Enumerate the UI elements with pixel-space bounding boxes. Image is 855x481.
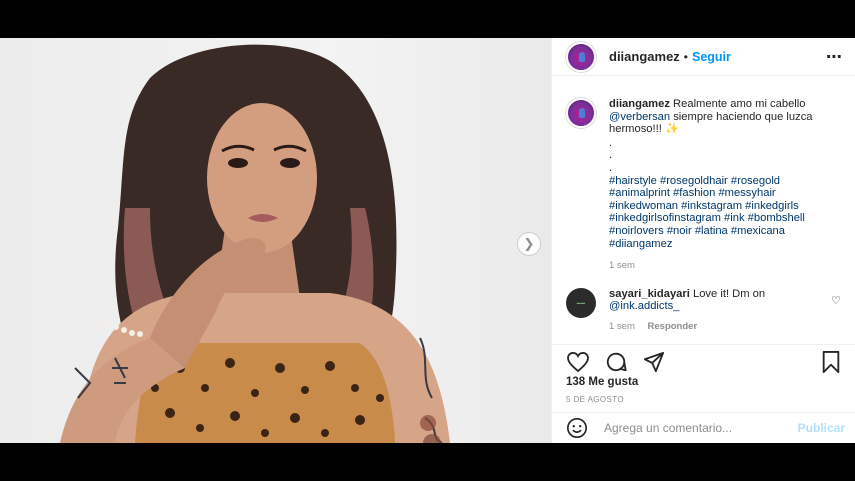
chevron-right-icon: ❯ <box>523 236 535 251</box>
comment-text-2: Dm on <box>729 287 766 300</box>
caption-comment: diiangamez Realmente amo mi cabello @ver… <box>566 98 841 273</box>
add-comment-bar: Agrega un comentario... Publicar <box>552 412 855 443</box>
caption-dot-3: . <box>609 161 613 174</box>
caption-mention[interactable]: @verbersan <box>609 111 670 123</box>
header-separator: • <box>683 49 688 64</box>
caption-dot-2: . <box>609 149 613 162</box>
more-options-icon[interactable]: ⋯ <box>826 47 843 67</box>
next-photo-button[interactable]: ❯ <box>517 232 541 256</box>
portrait-illustration <box>60 44 450 443</box>
caption-time[interactable]: 1 sem <box>609 260 635 271</box>
bookmark-icon[interactable] <box>819 350 843 374</box>
action-bar <box>552 344 855 379</box>
post-modal: ❯ diiangamez • Seguir ⋯ diiangamez Realm… <box>0 38 855 443</box>
caption-text-before: Realmente amo mi cabello <box>669 98 806 110</box>
comment-time[interactable]: 1 sem <box>609 321 635 332</box>
post-comment-button[interactable]: Publicar <box>798 421 845 435</box>
post-date[interactable]: 5 DE AGOSTO <box>566 395 624 404</box>
avatar-logo-icon: ▬▬ <box>576 300 586 306</box>
caption-dot-1: . <box>609 136 613 149</box>
comment-item: ▬▬ sayari_kidayari Love it! Dm on @ink.a… <box>566 287 841 334</box>
caption-username[interactable]: diiangamez <box>609 98 670 110</box>
comments-list[interactable]: diiangamez Realmente amo mi cabello @ver… <box>552 76 855 344</box>
heart-icon[interactable] <box>566 350 590 374</box>
comment-mention[interactable]: @ink.addicts_ <box>609 300 679 312</box>
reply-button[interactable]: Responder <box>648 321 698 332</box>
comment-text: Love it! <box>689 287 730 300</box>
comment-input[interactable]: Agrega un comentario... <box>604 421 798 435</box>
author-username[interactable]: diiangamez <box>609 49 680 64</box>
like-comment-heart-icon[interactable]: ♡ <box>831 294 841 307</box>
comment-icon[interactable] <box>604 350 628 374</box>
caption-avatar[interactable] <box>566 98 596 128</box>
paper-plane-icon[interactable] <box>642 350 666 374</box>
likes-count[interactable]: 138 Me gusta <box>566 376 638 388</box>
commenter-username[interactable]: sayari_kidayari <box>609 288 690 300</box>
post-side-panel: diiangamez • Seguir ⋯ diiangamez Realmen… <box>551 38 855 443</box>
commenter-avatar[interactable]: ▬▬ <box>566 287 596 318</box>
caption-hashtags[interactable]: #hairstyle #rosegoldhair #rosegold #anim… <box>609 175 819 251</box>
post-photo[interactable]: ❯ <box>0 38 551 443</box>
smiley-icon[interactable] <box>566 417 588 439</box>
author-avatar[interactable] <box>566 41 596 72</box>
follow-button[interactable]: Seguir <box>692 50 731 64</box>
post-header: diiangamez • Seguir ⋯ <box>552 38 855 76</box>
